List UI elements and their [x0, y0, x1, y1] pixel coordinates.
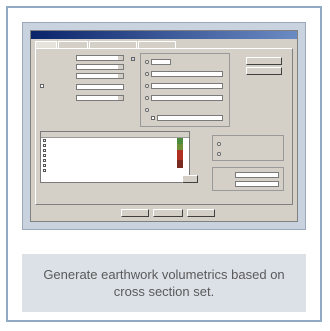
- dialog-tabs: [35, 41, 176, 48]
- checkbox-2[interactable]: [131, 57, 135, 61]
- screenshot-thumbnail: [22, 22, 306, 230]
- radio-7[interactable]: [217, 152, 221, 156]
- dialog-titlebar: [31, 31, 297, 39]
- color-swatch-darkred: [177, 160, 183, 168]
- field-10[interactable]: [157, 115, 223, 121]
- options-group: [140, 53, 230, 127]
- radio-5[interactable]: [145, 108, 149, 112]
- list-action-button[interactable]: [182, 175, 198, 183]
- tab-2[interactable]: [58, 41, 88, 48]
- list-item[interactable]: [41, 168, 189, 173]
- field-11[interactable]: [235, 172, 279, 178]
- radio-3[interactable]: [145, 84, 149, 88]
- method-group: [212, 135, 284, 161]
- field-3[interactable]: [76, 73, 124, 79]
- field-4[interactable]: [76, 84, 124, 90]
- checkbox-3[interactable]: [151, 116, 155, 120]
- apply-button[interactable]: [153, 209, 183, 217]
- caption-box: Generate earthwork volumetrics based on …: [22, 254, 306, 312]
- factor-group: [212, 167, 284, 191]
- dialog-panel: [35, 48, 293, 205]
- field-9[interactable]: [151, 95, 223, 101]
- side-button-2[interactable]: [246, 67, 282, 75]
- tab-4[interactable]: [138, 41, 176, 48]
- radio-2[interactable]: [145, 72, 149, 76]
- field-2[interactable]: [76, 64, 124, 70]
- tab-1[interactable]: [35, 41, 57, 48]
- field-6[interactable]: [151, 59, 171, 65]
- ok-button[interactable]: [121, 209, 149, 217]
- field-7[interactable]: [151, 71, 223, 77]
- field-1[interactable]: [76, 55, 124, 61]
- color-swatch-red: [177, 150, 183, 160]
- radio-4[interactable]: [145, 96, 149, 100]
- side-button-1[interactable]: [246, 57, 282, 65]
- field-5[interactable]: [76, 95, 124, 101]
- checkbox-1[interactable]: [40, 84, 44, 88]
- radio-1[interactable]: [145, 60, 149, 64]
- section-listbox[interactable]: [40, 131, 190, 183]
- caption-text: Generate earthwork volumetrics based on …: [43, 267, 285, 299]
- tab-3[interactable]: [89, 41, 137, 48]
- field-8[interactable]: [151, 83, 223, 89]
- field-12[interactable]: [235, 181, 279, 187]
- cancel-button[interactable]: [187, 209, 215, 217]
- radio-6[interactable]: [217, 142, 221, 146]
- feature-card: Generate earthwork volumetrics based on …: [6, 6, 322, 322]
- earthwork-dialog: [30, 30, 298, 222]
